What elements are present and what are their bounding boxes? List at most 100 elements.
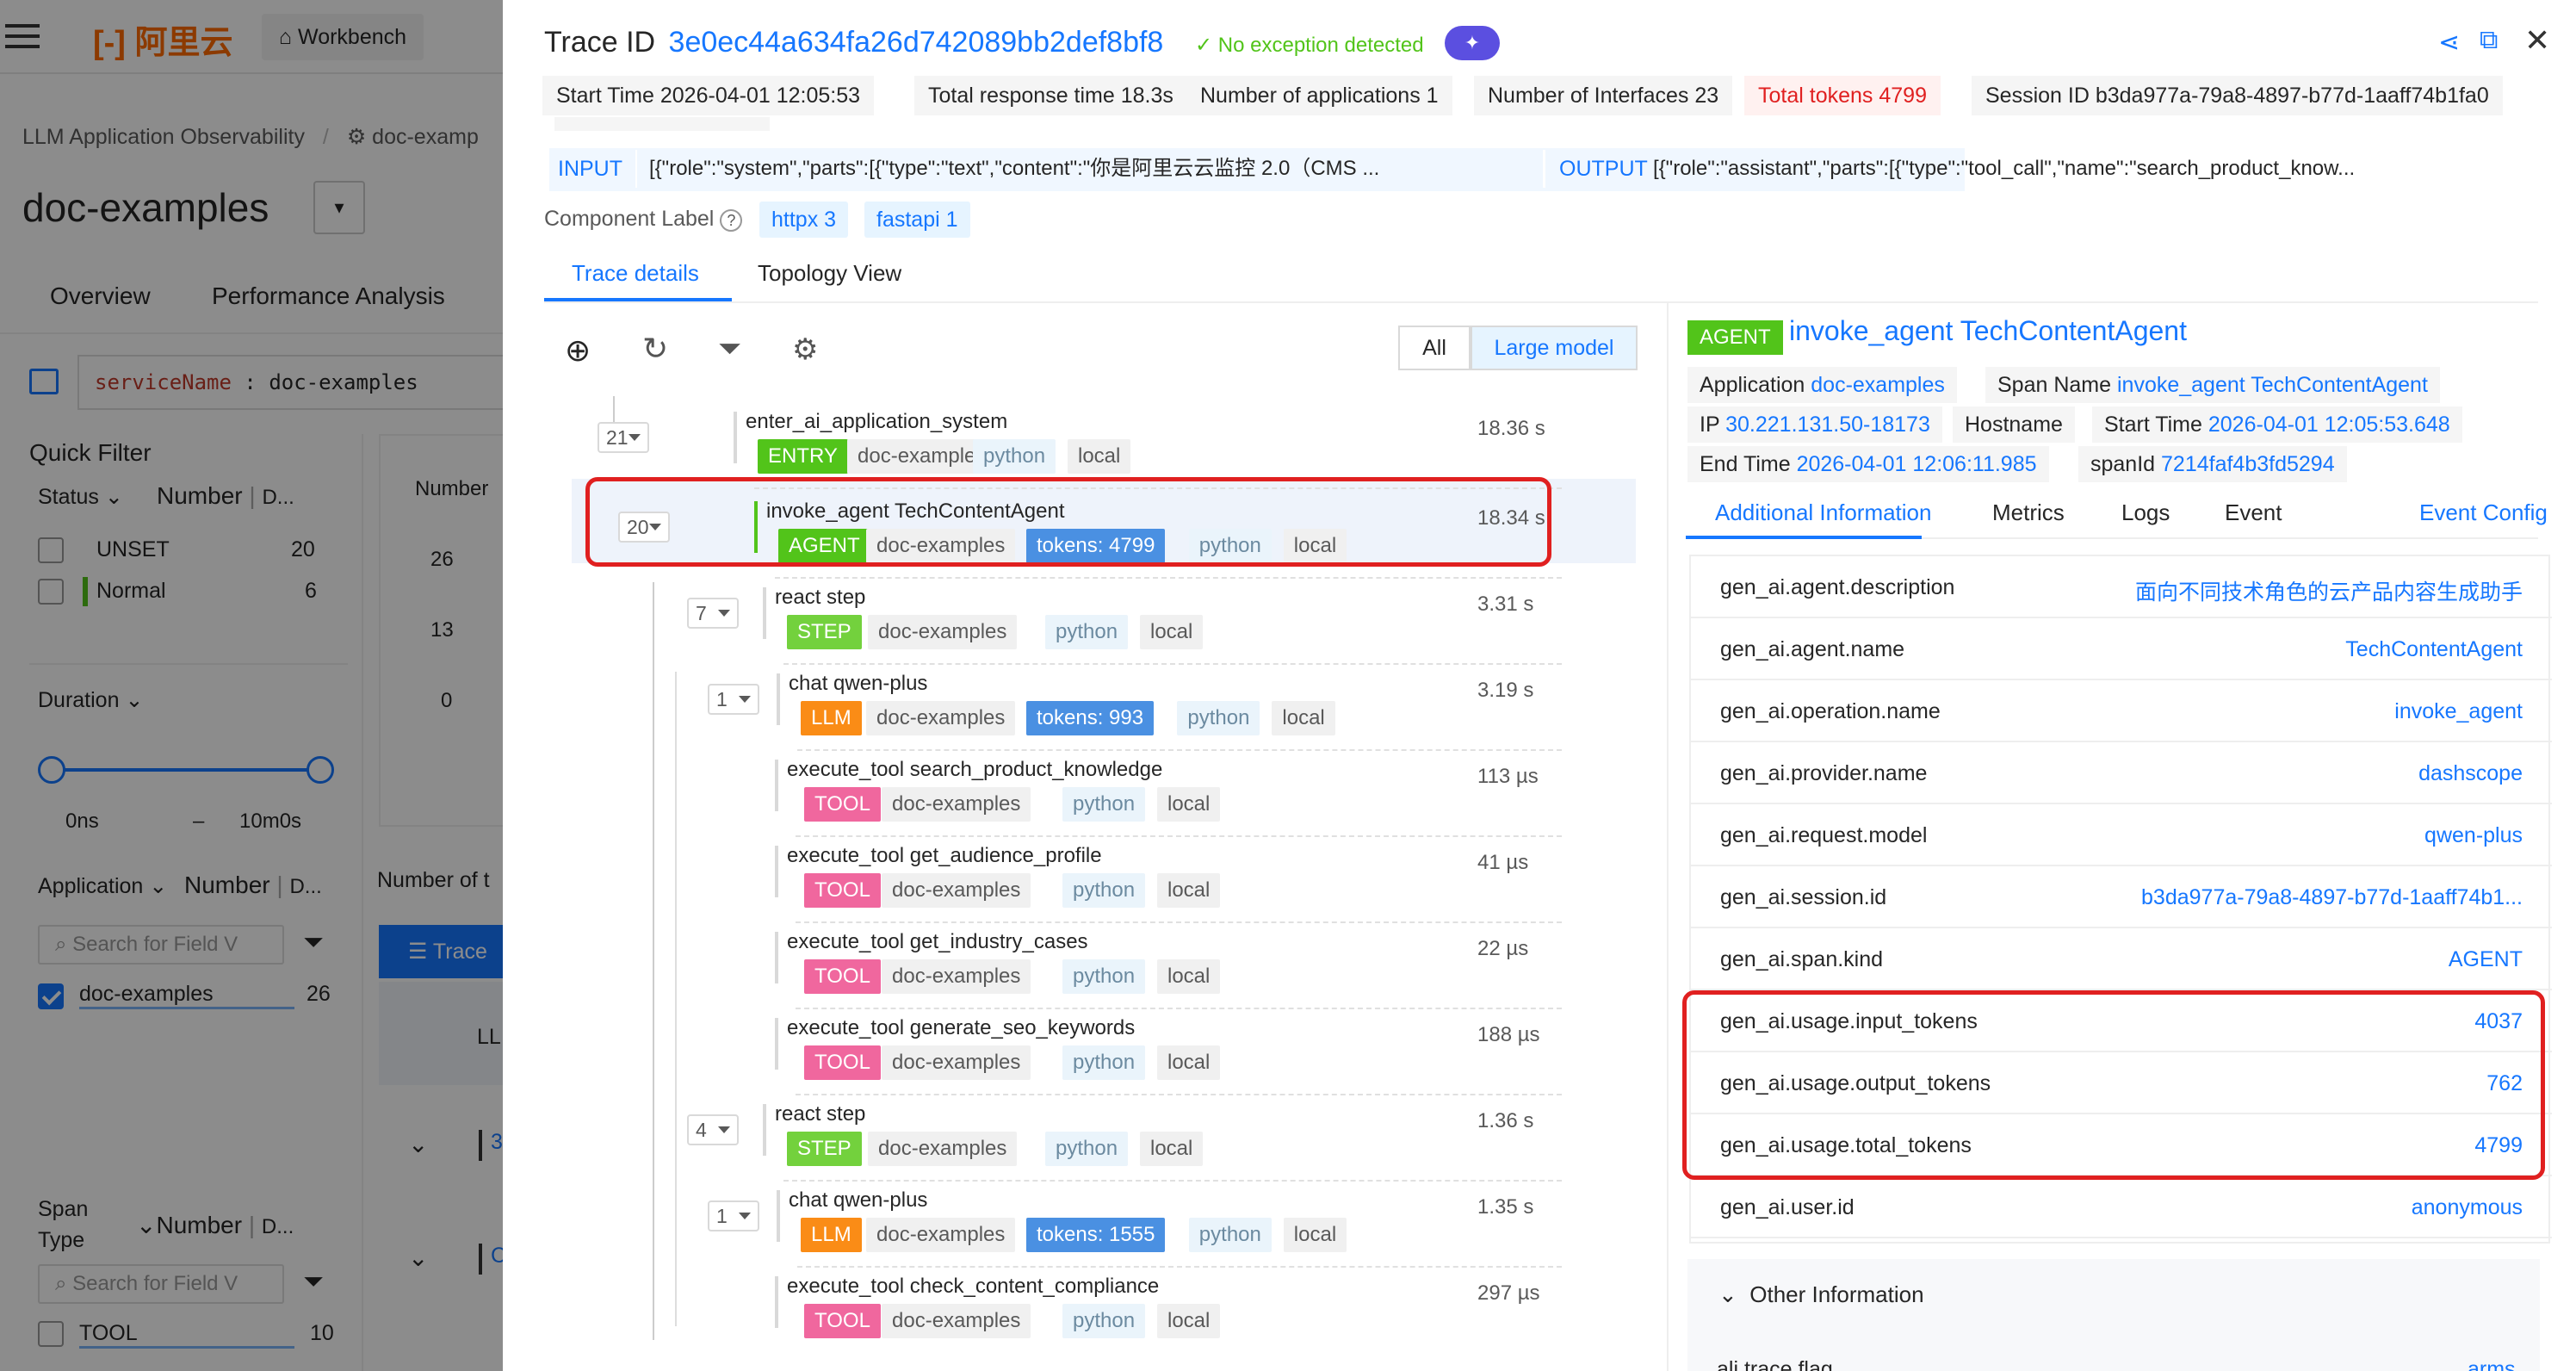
filter-large-model-button[interactable]: Large model (1471, 326, 1638, 370)
tab-event[interactable]: Event (2225, 499, 2282, 526)
output-preview[interactable]: [{"role":"assistant","parts":[{"type":"t… (1641, 150, 2502, 188)
span-name[interactable]: react step (775, 586, 865, 610)
child-count-toggle[interactable]: 1 (708, 1200, 759, 1231)
attribute-key: gen_ai.agent.description (1720, 575, 1955, 599)
detail-badge: AGENT (1687, 320, 1783, 355)
attribute-value[interactable]: 面向不同技术角色的云产品内容生成助手 (2135, 575, 2523, 606)
kv-label: Application (1700, 373, 1805, 397)
component-chip-fastapi[interactable]: fastapi 1 (864, 202, 970, 238)
kv-label: Start Time (2104, 413, 2202, 437)
component-chip-httpx[interactable]: httpx 3 (759, 202, 849, 238)
meta-session-id: Session ID b3da977a-79a8-4897-b77d-1aaff… (1972, 76, 2503, 115)
meta-value: 18.3s (1120, 84, 1173, 108)
span-location-tag: local (1140, 615, 1204, 649)
ai-assist-icon[interactable]: ✦ (1445, 26, 1500, 60)
filter-icon[interactable]: ⏷ (718, 332, 741, 366)
other-info-panel (1687, 1259, 2540, 1371)
meta-total-response: Total response time 18.3s (914, 76, 1187, 115)
span-indent-bar (777, 673, 780, 725)
span-app-tag: doc-examples (882, 1045, 1031, 1080)
attribute-row: gen_ai.session.id b3da977a-79a8-4897-b77d… (1691, 866, 2552, 928)
kv-value[interactable]: invoke_agent TechContentAgent (2117, 373, 2428, 397)
kv-value[interactable]: 7214faf4b3fd5294 (2161, 452, 2335, 476)
tab-additional-info[interactable]: Additional Information (1715, 499, 1931, 526)
attribute-value[interactable]: TechContentAgent (2345, 637, 2523, 662)
kv-value: 2026-04-01 12:06:11.985 (1796, 452, 2037, 476)
meta-value: 2026-04-01 12:05:53 (659, 84, 861, 108)
close-icon[interactable]: ✕ (2524, 22, 2550, 59)
child-count-toggle[interactable]: 21 (598, 422, 649, 453)
span-name[interactable]: enter_ai_application_system (746, 410, 1007, 434)
detail-title: invoke_agent TechContentAgent (1789, 315, 2187, 346)
span-type-tag: TOOL (804, 873, 881, 908)
tab-logs[interactable]: Logs (2121, 499, 2170, 526)
span-name[interactable]: execute_tool get_industry_cases (787, 930, 1088, 954)
trace-id-value[interactable]: 3e0ec44a634fa26d742089bb2def8bf8 (669, 26, 1164, 59)
attribute-value[interactable]: anonymous (2412, 1195, 2523, 1220)
attribute-row: gen_ai.operation.name invoke_agent (1691, 680, 2552, 742)
open-external-icon[interactable]: ⧉ (2480, 26, 2498, 55)
span-lang-tag: python (1062, 1045, 1146, 1080)
child-count-toggle[interactable]: 7 (687, 598, 739, 629)
kv-value[interactable]: doc-examples (1811, 373, 1945, 397)
meta-value[interactable]: b3da977a-79a8-4897-b77d-1aaff74b1fa0 (2096, 84, 2489, 108)
span-name[interactable]: execute_tool search_product_knowledge (787, 758, 1162, 782)
event-config-link[interactable]: Event Config (2419, 499, 2548, 526)
span-name[interactable]: execute_tool get_audience_profile (787, 844, 1102, 868)
span-location-tag: local (1157, 1045, 1221, 1080)
meta-num-interfaces: Number of Interfaces 23 (1474, 76, 1733, 115)
meta-label: Total tokens (1758, 84, 1873, 108)
span-type-tag: TOOL (804, 1304, 881, 1338)
span-app-tag: doc-examples (882, 1304, 1031, 1338)
span-duration: 1.36 s (1477, 1109, 1534, 1132)
span-app-tag: doc-examples (868, 1132, 1018, 1166)
span-lang-tag: python (1062, 787, 1146, 822)
attribute-key: gen_ai.provider.name (1720, 761, 1928, 785)
attribute-value[interactable]: AGENT (2449, 947, 2523, 972)
gear-icon[interactable]: ⚙ (792, 332, 818, 367)
detail-span-name: Span Name invoke_agent TechContentAgent (1985, 367, 2440, 403)
other-info-header[interactable]: ⌄ Other Information (1718, 1281, 1924, 1308)
attribute-value[interactable]: invoke_agent (2394, 699, 2523, 724)
trace-id-label: Trace ID (544, 26, 656, 59)
meta-value: 23 (1694, 84, 1719, 108)
span-app-tag: doc-examples (882, 873, 1031, 908)
attribute-value[interactable]: qwen-plus (2424, 823, 2523, 848)
span-name[interactable]: chat qwen-plus (789, 672, 927, 696)
child-count-toggle[interactable]: 1 (708, 684, 759, 715)
filter-all-button[interactable]: All (1398, 326, 1471, 370)
span-name[interactable]: react step (775, 1102, 865, 1126)
other-info-partial-val: arms (2468, 1357, 2516, 1371)
attribute-value[interactable]: b3da977a-79a8-4897-b77d-1aaff74b1... (2141, 885, 2523, 910)
span-app-tag: doc-examples (882, 959, 1031, 994)
input-preview[interactable]: [{"role":"system","parts":[{"type":"text… (635, 150, 1539, 188)
locate-icon[interactable]: ⊕ (565, 332, 591, 369)
input-label: INPUT (558, 157, 622, 181)
token-usage-highlight (1682, 990, 2545, 1180)
tab-topology-view[interactable]: Topology View (758, 260, 901, 287)
kv-label: Hostname (1965, 413, 2063, 437)
row-divider (775, 577, 1562, 579)
no-exception-badge: ✓ No exception detected (1188, 29, 1431, 62)
span-type-tag: TOOL (804, 1045, 881, 1080)
span-type-tag: LLM (801, 701, 862, 735)
row-divider (796, 1094, 1562, 1095)
modal-overlay[interactable] (0, 0, 503, 1371)
span-indent-bar (763, 587, 766, 639)
refresh-icon[interactable]: ↻ (642, 331, 668, 367)
span-name[interactable]: execute_tool generate_seo_keywords (787, 1016, 1135, 1040)
attribute-value[interactable]: dashscope (2418, 761, 2523, 786)
span-location-tag: local (1272, 701, 1335, 735)
tab-trace-details[interactable]: Trace details (572, 260, 699, 287)
tab-metrics[interactable]: Metrics (1992, 499, 2065, 526)
span-type-tag: ENTRY (758, 439, 848, 474)
help-icon[interactable]: ? (720, 209, 743, 232)
span-lang-tag: python (1062, 873, 1146, 908)
attribute-row: gen_ai.request.model qwen-plus (1691, 804, 2552, 866)
kv-value[interactable]: 30.221.131.50-18173 (1725, 413, 1930, 437)
child-count-toggle[interactable]: 4 (687, 1114, 739, 1145)
attribute-row: gen_ai.provider.name dashscope (1691, 742, 2552, 804)
span-name[interactable]: chat qwen-plus (789, 1188, 927, 1213)
span-name[interactable]: execute_tool check_content_compliance (787, 1275, 1159, 1299)
share-icon[interactable]: ⋖ (2438, 28, 2460, 58)
